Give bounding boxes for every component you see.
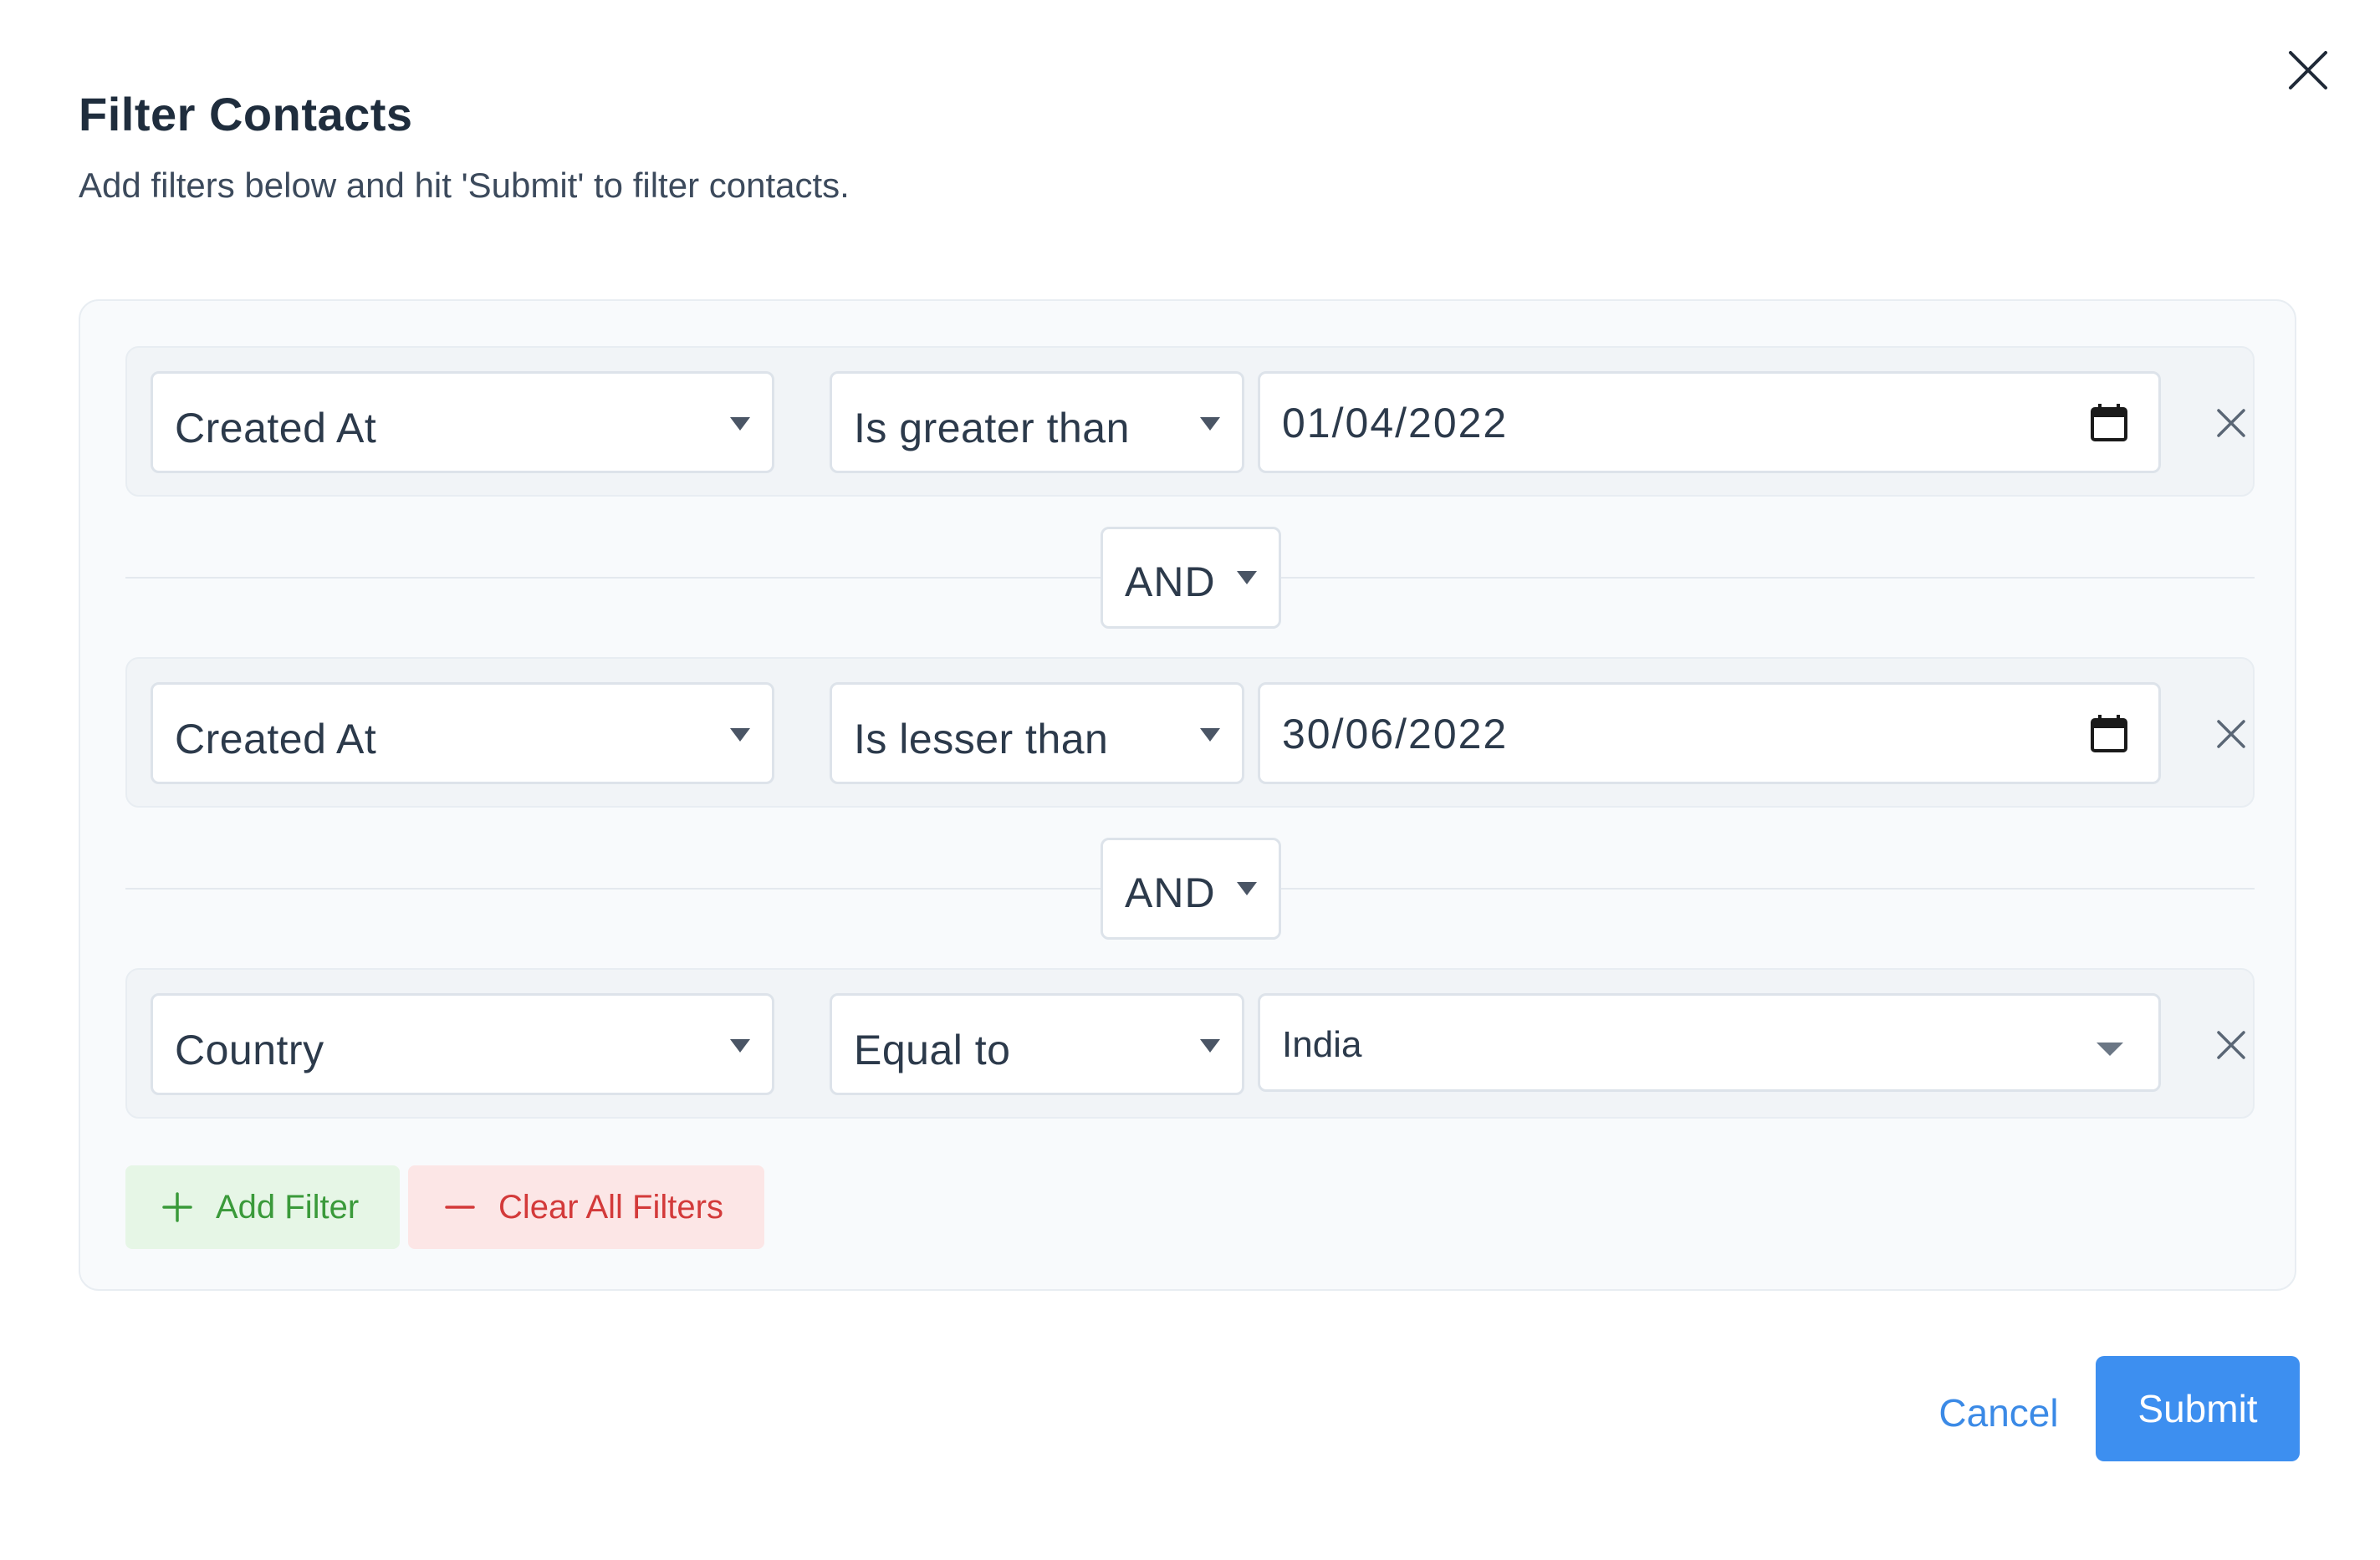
minus-icon (445, 1206, 475, 1209)
caret-down-icon (1200, 728, 1220, 742)
value-select-value: India (1282, 1024, 1362, 1065)
operator-select-value: Is greater than (854, 405, 1130, 451)
caret-down-icon (730, 1039, 750, 1053)
calendar-icon[interactable] (2090, 402, 2128, 442)
attribute-select-value: Created At (175, 716, 377, 762)
filter-row: Created At Is greater than 01/04/2022 (125, 346, 2255, 497)
chevron-down-icon (2097, 1043, 2123, 1056)
filter-row: Created At Is lesser than 30/06/2022 (125, 657, 2255, 808)
filter-contacts-modal: Filter Contacts Add filters below and hi… (0, 0, 2380, 1560)
operator-select[interactable]: Is greater than (830, 371, 1244, 473)
add-filter-label: Add Filter (216, 1188, 360, 1226)
calendar-icon[interactable] (2090, 713, 2128, 753)
caret-down-icon (1200, 1039, 1220, 1053)
logic-connector-value: AND (1125, 869, 1216, 916)
attribute-select-value: Country (175, 1027, 324, 1073)
add-filter-button[interactable]: Add Filter (125, 1165, 400, 1249)
filter-row: Country Equal to India (125, 968, 2255, 1119)
close-icon (2217, 1031, 2245, 1059)
value-select[interactable]: India (1258, 993, 2161, 1092)
cancel-button[interactable]: Cancel (1923, 1363, 2074, 1463)
logic-connector-select[interactable]: AND (1101, 838, 1281, 940)
modal-title: Filter Contacts (79, 88, 413, 140)
close-icon (2217, 720, 2245, 748)
filters-panel: Created At Is greater than 01/04/2022 AN… (79, 299, 2296, 1291)
operator-select[interactable]: Equal to (830, 993, 1244, 1095)
operator-select-value: Is lesser than (854, 716, 1109, 762)
attribute-select-value: Created At (175, 405, 377, 451)
caret-down-icon (730, 728, 750, 742)
caret-down-icon (1237, 882, 1257, 895)
caret-down-icon (730, 417, 750, 431)
logic-connector-value: AND (1125, 558, 1216, 605)
date-input[interactable]: 01/04/2022 (1258, 371, 2161, 473)
date-input[interactable]: 30/06/2022 (1258, 682, 2161, 784)
caret-down-icon (1200, 417, 1220, 431)
remove-filter-button[interactable] (2204, 707, 2258, 761)
clear-all-filters-label: Clear All Filters (498, 1188, 723, 1226)
date-input-value: 30/06/2022 (1282, 711, 1509, 757)
remove-filter-button[interactable] (2204, 396, 2258, 450)
date-input-value: 01/04/2022 (1282, 400, 1509, 446)
remove-filter-button[interactable] (2204, 1018, 2258, 1072)
modal-subtitle: Add filters below and hit 'Submit' to fi… (79, 166, 850, 205)
logic-connector-select[interactable]: AND (1101, 527, 1281, 629)
operator-select[interactable]: Is lesser than (830, 682, 1244, 784)
clear-all-filters-button[interactable]: Clear All Filters (408, 1165, 764, 1249)
close-modal-button[interactable] (2281, 43, 2335, 97)
submit-button[interactable]: Submit (2096, 1356, 2300, 1461)
caret-down-icon (1237, 571, 1257, 584)
operator-select-value: Equal to (854, 1027, 1011, 1073)
close-icon (2289, 51, 2327, 89)
attribute-select[interactable]: Created At (151, 682, 774, 784)
attribute-select[interactable]: Country (151, 993, 774, 1095)
close-icon (2217, 409, 2245, 437)
plus-icon (162, 1192, 192, 1222)
attribute-select[interactable]: Created At (151, 371, 774, 473)
